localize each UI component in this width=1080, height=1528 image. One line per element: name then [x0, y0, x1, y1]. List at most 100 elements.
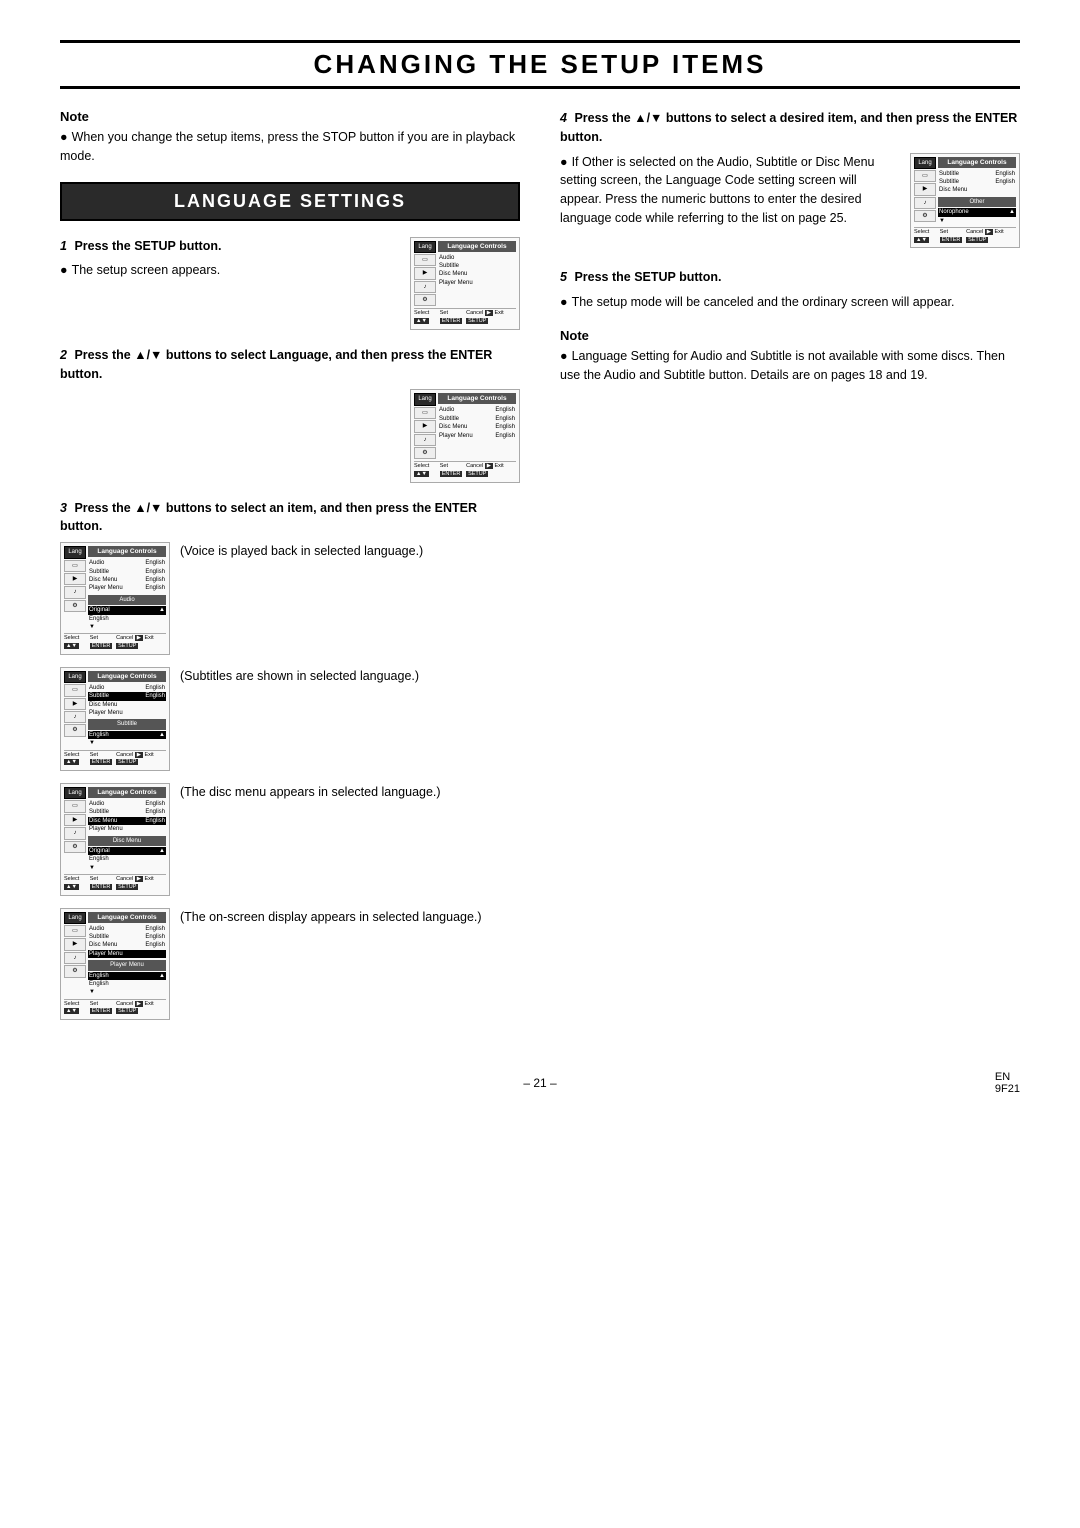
- mini-s4-pref: ⚙: [914, 210, 936, 222]
- step-1-instruction: Press the SETUP button.: [74, 239, 221, 253]
- mini-s4-disc: Disc Menu: [938, 186, 1016, 194]
- mini-pm-aud: ♪: [64, 952, 86, 964]
- mini-st-audio: AudioEnglish: [88, 684, 166, 692]
- mini-s4-img: ▭: [914, 170, 936, 182]
- mini-f2-cancel: Cancel ▶ Exit SETUP: [466, 463, 516, 478]
- mini-fa-cancel: Cancel ▶ Exit SETUP: [116, 635, 166, 650]
- page-title: CHANGING THE SETUP ITEMS: [60, 40, 1020, 89]
- mini-s2-vid: ▶: [414, 420, 436, 432]
- mini-s2-audio: AudioEnglish: [438, 406, 516, 414]
- mini-footer-player: Select ▲▼ Set ENTER Cancel ▶ Exit SETUP: [64, 999, 166, 1016]
- mini-dm-item-eng: English: [88, 855, 166, 863]
- mini-s2-aud: ♪: [414, 434, 436, 446]
- mini-screen-audio: Lang ▭ ▶ ♪ ⚙ Language Controls AudioEngl…: [60, 542, 170, 655]
- mini-fd-cancel: Cancel ▶ Exit SETUP: [116, 876, 166, 891]
- step-1-bullet: The setup screen appears.: [60, 261, 400, 280]
- mini-s2-lang: Lang: [414, 393, 436, 405]
- mini-screen-step2: Lang ▭ ▶ ♪ ⚙ Language Controls AudioEngl…: [410, 389, 520, 482]
- note-section-2: Note Language Setting for Audio and Subt…: [560, 328, 1020, 385]
- mini-s2-sub: SubtitleEnglish: [438, 415, 516, 423]
- step-5-num: 5: [560, 270, 567, 284]
- step-4-instruction: Press the ▲/▼ buttons to select a desire…: [560, 111, 1017, 144]
- mini-dm-item-val: Original▲: [88, 847, 166, 855]
- mini-footer-2: Select ▲▼ Set ENTER Cancel ▶ Exit SETUP: [414, 461, 516, 478]
- mini-st-item-title: Subtitle: [88, 719, 166, 729]
- mini-pm-player: Player Menu: [88, 950, 166, 958]
- mini-a-aud: ♪: [64, 586, 86, 598]
- mini-footer-disc: Select ▲▼ Set ENTER Cancel ▶ Exit SETUP: [64, 874, 166, 891]
- mini-footer-audio: Select ▲▼ Set ENTER Cancel ▶ Exit SETUP: [64, 633, 166, 650]
- mini-a-img: ▭: [64, 560, 86, 572]
- mini-screen-step4: Lang ▭ ▶ ♪ ⚙ Language Controls SubtitleE…: [910, 153, 1020, 249]
- mini-dm-sub: SubtitleEnglish: [88, 808, 166, 816]
- mini-footer-set: Set ENTER: [440, 310, 466, 325]
- mini-screen-subtitle: Lang ▭ ▶ ♪ ⚙ Language Controls AudioEngl…: [60, 667, 170, 771]
- mini-a-item-val: Original▲: [88, 606, 166, 614]
- mini-st-disc: Disc Menu: [88, 701, 166, 709]
- screen-subtitle: Lang ▭ ▶ ♪ ⚙ Language Controls AudioEngl…: [60, 667, 520, 771]
- step-5: 5 Press the SETUP button. The setup mode…: [560, 268, 1020, 312]
- mini-fp-cancel: Cancel ▶ Exit SETUP: [116, 1001, 166, 1016]
- mini-pm-item-val: English▲: [88, 972, 166, 980]
- mini-fs-set: Set ENTER: [90, 752, 116, 767]
- mini-s4-lang: Lang: [914, 157, 936, 169]
- mini-fd-set: Set ENTER: [90, 876, 116, 891]
- footer-code: EN 9F21: [995, 1071, 1020, 1095]
- mini-st-img: ▭: [64, 684, 86, 696]
- mini-s2-disc: Disc MenuEnglish: [438, 423, 516, 431]
- mini-sidebar-vid: ▶: [414, 267, 436, 279]
- footer-page-num: – 21 –: [60, 1076, 1020, 1090]
- mini-screen-disc: Lang ▭ ▶ ♪ ⚙ Language Controls AudioEngl…: [60, 783, 170, 896]
- step-3-audio-text: (Voice is played back in selected langua…: [180, 542, 520, 561]
- mini-pm-pref: ⚙: [64, 965, 86, 977]
- mini-footer-s4: Select ▲▼ Set ENTER Cancel ▶ Exit SETUP: [914, 227, 1016, 244]
- mini-pm-vid: ▶: [64, 938, 86, 950]
- mini-fp-set: Set ENTER: [90, 1001, 116, 1016]
- mini-f4-select: Select ▲▼: [914, 229, 940, 244]
- step-4: 4 Press the ▲/▼ buttons to select a desi…: [560, 109, 1020, 248]
- mini-pm-item-arr: ▼: [88, 988, 166, 996]
- mini-title-audio: Language Controls: [88, 546, 166, 557]
- step-3-player-text: (The on-screen display appears in select…: [180, 908, 520, 927]
- mini-dm-img: ▭: [64, 800, 86, 812]
- mini-st-aud: ♪: [64, 711, 86, 723]
- mini-dm-vid: ▶: [64, 814, 86, 826]
- mini-st-lang: Lang: [64, 671, 86, 683]
- step-3-header: 3 Press the ▲/▼ buttons to select an ite…: [60, 499, 520, 537]
- step-3-instruction: Press the ▲/▼ buttons to select an item,…: [60, 501, 477, 534]
- mini-dm-lang: Lang: [64, 787, 86, 799]
- step-1: 1 Press the SETUP button. The setup scre…: [60, 237, 520, 330]
- step-2: 2 Press the ▲/▼ buttons to select Langua…: [60, 346, 520, 483]
- step-1-bullet-text: The setup screen appears.: [60, 263, 220, 277]
- step-3: 3 Press the ▲/▼ buttons to select an ite…: [60, 499, 520, 1020]
- mini-s4-vid: ▶: [914, 183, 936, 195]
- note-bullet-1: When you change the setup items, press t…: [60, 130, 515, 163]
- step-4-header: 4 Press the ▲/▼ buttons to select a desi…: [560, 109, 1020, 147]
- mini-dm-player: Player Menu: [88, 825, 166, 833]
- mini-dm-disc: Disc MenuEnglish: [88, 817, 166, 825]
- mini-st-vid: ▶: [64, 698, 86, 710]
- mini-s4-audio: SubtitleEnglish: [938, 170, 1016, 178]
- mini-row-sub: Subtitle: [438, 262, 516, 270]
- mini-a-disc: Disc MenuEnglish: [88, 576, 166, 584]
- note-label-2: Note: [560, 328, 1020, 343]
- note-text-1: When you change the setup items, press t…: [60, 128, 520, 166]
- mini-fs-cancel: Cancel ▶ Exit SETUP: [116, 752, 166, 767]
- mini-pm-lang: Lang: [64, 912, 86, 924]
- step-5-bullet-text: The setup mode will be canceled and the …: [560, 295, 954, 309]
- mini-s2-player: Player MenuEnglish: [438, 432, 516, 440]
- step-1-header: 1 Press the SETUP button.: [60, 237, 400, 256]
- mini-pm-audio: AudioEnglish: [88, 925, 166, 933]
- mini-pm-img: ▭: [64, 925, 86, 937]
- mini-dm-item-title: Disc Menu: [88, 836, 166, 846]
- mini-st-item-val: English▲: [88, 731, 166, 739]
- mini-dm-pref: ⚙: [64, 841, 86, 853]
- mini-pm-disc: Disc MenuEnglish: [88, 941, 166, 949]
- mini-sidebar-pref: ⚙: [414, 294, 436, 306]
- screen-player: Lang ▭ ▶ ♪ ⚙ Language Controls AudioEngl…: [60, 908, 520, 1021]
- mini-s4-item-title: Other: [938, 197, 1016, 207]
- mini-s2-img: ▭: [414, 407, 436, 419]
- mini-st-sub: SubtitleEnglish: [88, 692, 166, 700]
- mini-a-vid: ▶: [64, 573, 86, 585]
- step-3-disc-text: (The disc menu appears in selected langu…: [180, 783, 520, 802]
